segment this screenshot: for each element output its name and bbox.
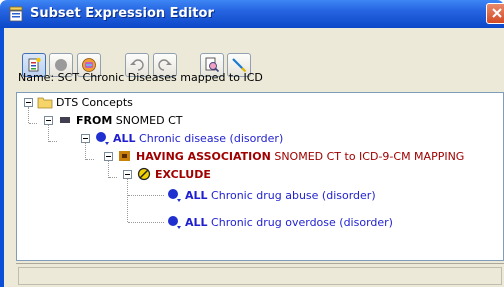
close-button[interactable] [486, 3, 504, 24]
tree-node-label: DTS Concepts [56, 95, 133, 109]
collapse-toggle[interactable] [123, 170, 132, 179]
terminology-icon [60, 117, 70, 123]
all-keyword: ALL [113, 131, 136, 145]
concept-icon [168, 216, 181, 229]
association-icon [119, 151, 130, 161]
tree-node-all-chronic-disease[interactable]: ALL Chronic disease (disorder) [94, 129, 283, 147]
all-keyword: ALL [185, 188, 208, 202]
concept-icon [96, 132, 109, 145]
expression-tree[interactable]: DTS Concepts FROM SNOMED CT ALL Chronic … [16, 92, 504, 261]
exclude-icon [137, 167, 151, 181]
from-keyword: FROM [76, 113, 113, 127]
concept-value: Chronic drug abuse (disorder) [211, 188, 376, 202]
tree-node-exclude-item-2[interactable]: ALL Chronic drug overdose (disorder) [166, 213, 393, 231]
collapse-toggle[interactable] [24, 98, 33, 107]
tree-node-root[interactable]: DTS Concepts [37, 93, 133, 111]
tree-node-having-association[interactable]: HAVING ASSOCIATION SNOMED CT to ICD-9-CM… [117, 147, 464, 165]
status-field [18, 267, 502, 285]
from-value: SNOMED CT [115, 113, 183, 127]
all-keyword: ALL [185, 215, 208, 229]
app-icon [8, 6, 24, 22]
exclude-keyword: EXCLUDE [155, 167, 211, 181]
subset-name-label: Name: SCT Chronic Diseases mapped to ICD [18, 71, 263, 84]
title-bar[interactable]: Subset Expression Editor [0, 0, 504, 28]
collapse-toggle[interactable] [44, 116, 53, 125]
folder-icon [37, 97, 53, 109]
concept-value: Chronic disease (disorder) [139, 131, 284, 145]
subset-expression-editor-window: Subset Expression Editor Name: SCT Chron… [0, 0, 504, 287]
having-keyword: HAVING ASSOCIATION [136, 149, 271, 163]
having-value: SNOMED CT to ICD-9-CM MAPPING [274, 149, 465, 163]
close-icon [492, 8, 502, 18]
collapse-toggle[interactable] [104, 152, 113, 161]
status-bar [16, 263, 504, 287]
tree-node-exclude-item-1[interactable]: ALL Chronic drug abuse (disorder) [166, 186, 376, 204]
concept-icon [168, 189, 181, 202]
window-title: Subset Expression Editor [30, 6, 214, 21]
tree-node-exclude[interactable]: EXCLUDE [136, 165, 211, 183]
concept-value: Chronic drug overdose (disorder) [211, 215, 393, 229]
collapse-toggle[interactable] [81, 134, 90, 143]
tree-node-from[interactable]: FROM SNOMED CT [57, 111, 182, 129]
